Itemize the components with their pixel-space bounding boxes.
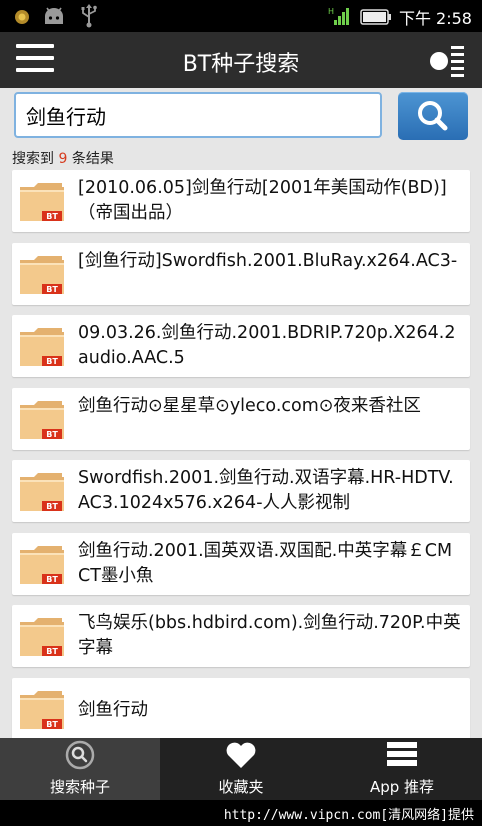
page-title: BT种子搜索 xyxy=(182,52,300,77)
result-item[interactable]: BT [剑鱼行动]Swordfish.2001.BluRay.x264.AC3- xyxy=(12,243,470,305)
signal-icon: H xyxy=(328,7,349,25)
search-icon xyxy=(418,101,448,131)
heart-icon xyxy=(226,742,256,768)
torrent-folder-icon: BT xyxy=(20,183,64,221)
svg-text:H: H xyxy=(328,7,334,16)
tab-search-seed[interactable]: 搜索种子 xyxy=(0,738,160,800)
result-item[interactable]: BT 飞鸟娱乐(bbs.hdbird.com).剑鱼行动.720P.中英字幕 xyxy=(12,605,470,667)
result-title: 飞鸟娱乐(bbs.hdbird.com).剑鱼行动.720P.中英字幕 xyxy=(78,613,461,658)
torrent-folder-icon: BT xyxy=(20,546,64,584)
result-item[interactable]: BT [2010.06.05]剑鱼行动[2001年美国动作(BD)]（帝国出品） xyxy=(12,170,470,232)
search-seed-icon xyxy=(65,740,95,770)
result-title: 09.03.26.剑鱼行动.2001.BDRIP.720p.X264.2audi… xyxy=(78,323,456,368)
bt-badge: BT xyxy=(46,357,58,366)
tab-label: 收藏夹 xyxy=(218,778,264,796)
result-item[interactable]: BT 剑鱼行动⊙星星草⊙yleco.com⊙夜来香社区 xyxy=(12,388,470,450)
stack-icon xyxy=(387,742,417,766)
app-header: BT种子搜索 xyxy=(0,32,482,88)
bt-badge: BT xyxy=(46,285,58,294)
notification-dot-icon xyxy=(15,10,29,24)
result-item[interactable]: BT Swordfish.2001.剑鱼行动.双语字幕.HR-HDTV.AC3.1… xyxy=(12,460,470,522)
torrent-folder-icon: BT xyxy=(20,401,64,439)
result-count-suffix: 条结果 xyxy=(71,151,114,167)
bt-badge: BT xyxy=(46,720,58,729)
result-title: 剑鱼行动⊙星星草⊙yleco.com⊙夜来香社区 xyxy=(78,396,421,416)
tab-label: 搜索种子 xyxy=(49,778,110,796)
bt-badge: BT xyxy=(46,647,58,656)
result-item[interactable]: BT 剑鱼行动.2001.国英双语.双国配.中英字幕￡CMCT墨小魚 xyxy=(12,533,470,595)
result-count: 搜索到 9 条结果 xyxy=(12,148,114,168)
search-button[interactable] xyxy=(398,92,468,140)
result-count-prefix: 搜索到 xyxy=(12,151,54,167)
result-title: [2010.06.05]剑鱼行动[2001年美国动作(BD)]（帝国出品） xyxy=(78,178,447,223)
tab-app-recommend[interactable]: App 推荐 xyxy=(322,738,482,800)
clock: 下午 2:58 xyxy=(398,9,472,28)
torrent-folder-icon: BT xyxy=(20,328,64,366)
torrent-folder-icon: BT xyxy=(20,618,64,656)
android-icon xyxy=(45,7,63,24)
tab-favorites[interactable]: 收藏夹 xyxy=(161,738,321,800)
tab-label: App 推荐 xyxy=(369,778,435,796)
result-title: [剑鱼行动]Swordfish.2001.BluRay.x264.AC3- xyxy=(78,251,458,271)
bottom-tab-bar: 搜索种子 收藏夹 App 推荐 xyxy=(0,738,482,800)
result-item[interactable]: BT 09.03.26.剑鱼行动.2001.BDRIP.720p.X264.2au… xyxy=(12,315,470,377)
battery-icon xyxy=(360,9,391,25)
usb-icon xyxy=(81,4,97,28)
options-toggle-icon[interactable] xyxy=(428,44,468,78)
result-count-number: 9 xyxy=(58,151,68,167)
torrent-folder-icon: BT xyxy=(20,473,64,511)
hamburger-menu-icon[interactable] xyxy=(16,44,54,76)
status-bar: H 下午 2:58 xyxy=(0,0,482,32)
torrent-folder-icon: BT xyxy=(20,691,64,729)
bt-badge: BT xyxy=(46,575,58,584)
bt-badge: BT xyxy=(46,502,58,511)
torrent-folder-icon: BT xyxy=(20,256,64,294)
bt-badge: BT xyxy=(46,430,58,439)
bt-badge: BT xyxy=(46,212,58,221)
result-title: Swordfish.2001.剑鱼行动.双语字幕.HR-HDTV.AC3.102… xyxy=(78,468,454,513)
result-title: 剑鱼行动.2001.国英双语.双国配.中英字幕￡CMCT墨小魚 xyxy=(78,541,453,586)
search-bar xyxy=(0,88,482,146)
watermark-text: http://www.vipcn.com[清风网络]提供 xyxy=(223,808,474,823)
footer-watermark: http://www.vipcn.com[清风网络]提供 xyxy=(0,800,482,826)
search-input[interactable] xyxy=(14,92,382,138)
